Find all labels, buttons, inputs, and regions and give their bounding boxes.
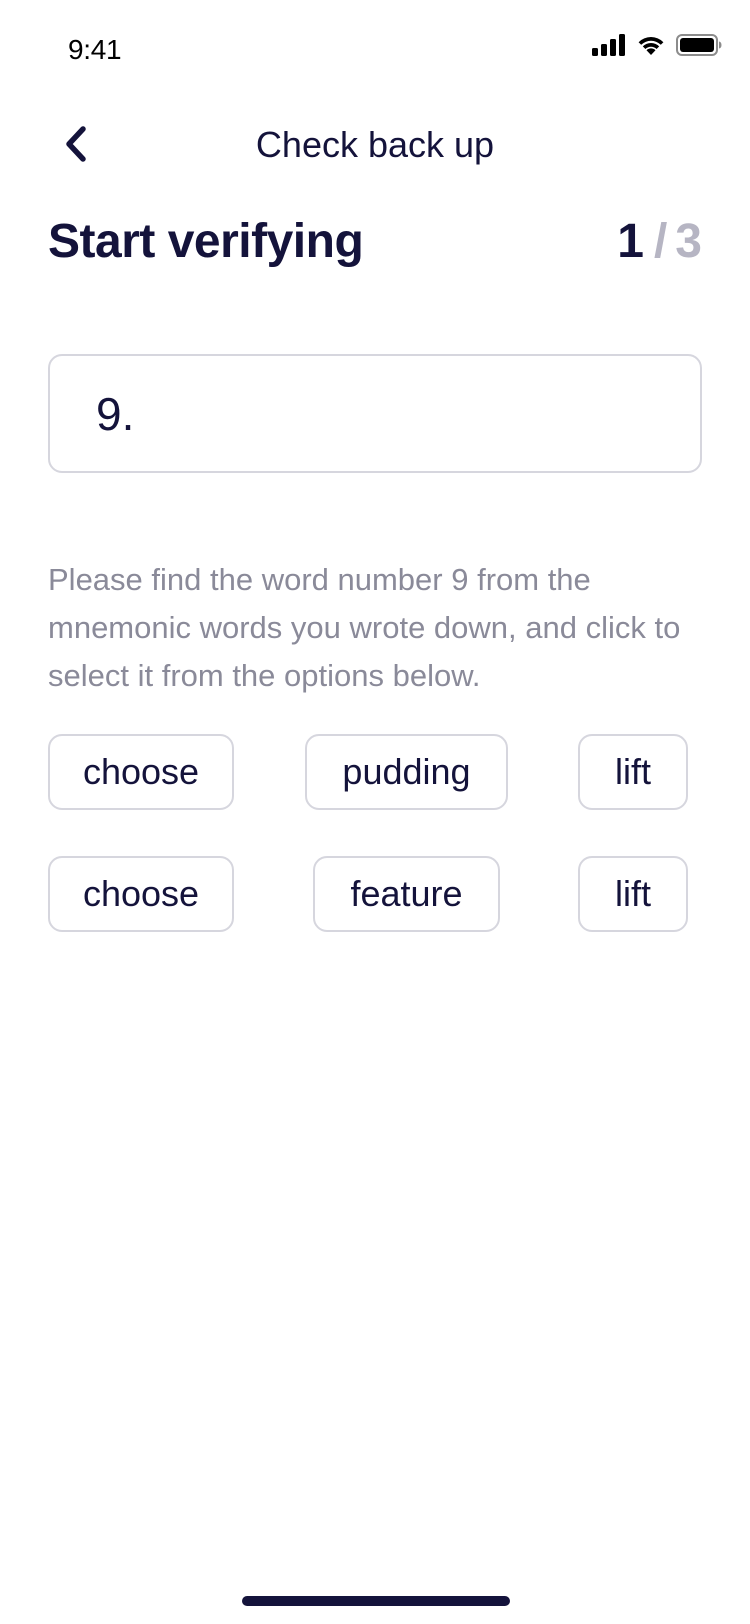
step-separator: / bbox=[653, 215, 668, 268]
word-index-label: 9. bbox=[96, 387, 135, 440]
instructions-text: Please find the word number 9 from the m… bbox=[48, 562, 681, 693]
option-lift-1[interactable]: lift bbox=[578, 734, 688, 810]
cellular-signal-icon bbox=[592, 34, 626, 61]
page-title: Start verifying bbox=[48, 215, 364, 268]
step-total: 3 bbox=[675, 215, 702, 268]
option-choose-2[interactable]: choose bbox=[48, 856, 234, 932]
step-current: 1 bbox=[617, 215, 644, 268]
status-time: 9:41 bbox=[68, 34, 122, 65]
status-icons bbox=[592, 34, 722, 61]
option-choose-1[interactable]: choose bbox=[48, 734, 234, 810]
step-counter: 1/3 bbox=[617, 214, 702, 269]
battery-icon bbox=[676, 34, 722, 61]
header-row: Start verifying 1/3 bbox=[48, 214, 702, 278]
option-lift-2[interactable]: lift bbox=[578, 856, 688, 932]
status-bar: 9:41 bbox=[0, 0, 750, 96]
home-indicator bbox=[242, 1596, 510, 1606]
wifi-icon bbox=[636, 34, 666, 61]
word-field: 9. bbox=[48, 354, 702, 473]
option-feature[interactable]: feature bbox=[313, 856, 500, 932]
nav-bar: Check back up bbox=[0, 110, 750, 180]
option-pudding[interactable]: pudding bbox=[305, 734, 508, 810]
nav-title: Check back up bbox=[255, 124, 495, 165]
